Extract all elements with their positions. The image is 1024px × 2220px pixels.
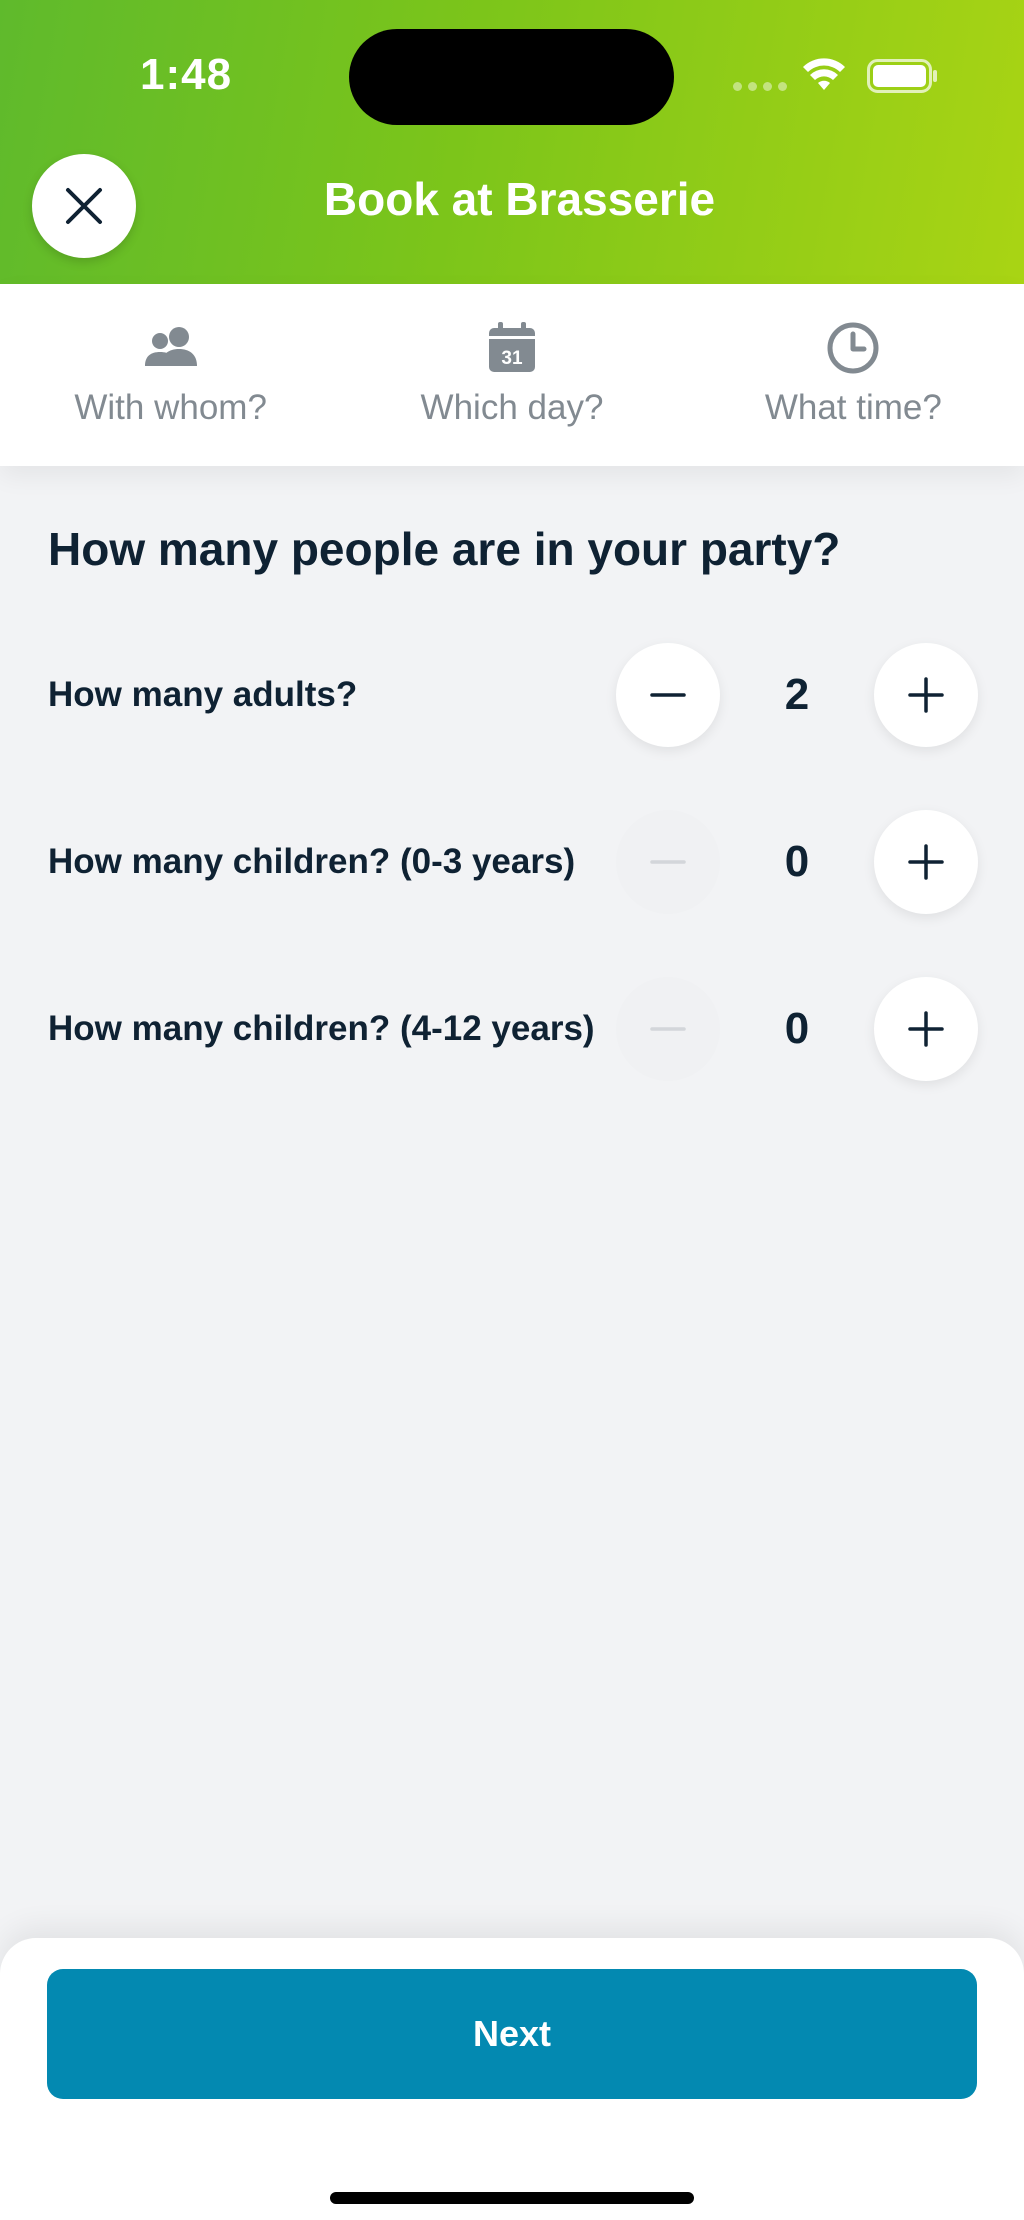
step-tabs: With whom? 31 Which day? What time? — [0, 284, 1024, 466]
adults-stepper: 2 — [616, 643, 978, 747]
people-icon — [144, 327, 197, 366]
children-0-3-increment-button[interactable] — [874, 810, 978, 914]
dynamic-island — [349, 29, 674, 125]
plus-icon — [908, 844, 944, 880]
wifi-icon — [803, 58, 845, 90]
adults-increment-button[interactable] — [874, 643, 978, 747]
tab-label: Which day? — [420, 388, 604, 427]
status-time: 1:48 — [140, 50, 233, 99]
children-0-3-stepper: 0 — [616, 810, 978, 914]
plus-icon — [908, 677, 944, 713]
children-4-12-decrement-button[interactable] — [616, 977, 720, 1081]
plus-icon — [908, 1011, 944, 1047]
adults-count: 2 — [784, 670, 810, 719]
cellular-signal-icon — [733, 82, 787, 91]
tab-label: What time? — [764, 388, 942, 427]
children-4-12-stepper: 0 — [616, 977, 978, 1081]
minus-icon — [650, 860, 686, 864]
children-4-12-row: How many children? (4-12 years) 0 — [48, 977, 978, 1081]
home-indicator[interactable] — [330, 2192, 694, 2204]
booking-screen: 1:48 Book at Brasserie With whom? 31 Whi… — [0, 0, 1024, 2220]
svg-text:31: 31 — [501, 348, 523, 369]
children-4-12-count: 0 — [784, 1004, 810, 1053]
tab-label: With whom? — [74, 388, 267, 427]
adults-row: How many adults? 2 — [48, 643, 978, 747]
bottom-panel: Next — [0, 1938, 1024, 2220]
page-title: Book at Brasserie — [323, 173, 716, 225]
children-0-3-row: How many children? (0-3 years) 0 — [48, 810, 978, 914]
header: 1:48 Book at Brasserie — [0, 0, 1024, 284]
children-4-12-increment-button[interactable] — [874, 977, 978, 1081]
minus-icon — [650, 1027, 686, 1031]
next-button[interactable]: Next — [47, 1969, 977, 2099]
clock-icon — [827, 322, 879, 374]
children-0-3-count: 0 — [784, 837, 810, 886]
children-0-3-decrement-button[interactable] — [616, 810, 720, 914]
section-title: How many people are in your party? — [48, 523, 841, 575]
minus-icon — [650, 693, 686, 697]
battery-icon — [867, 59, 937, 93]
tab-what-time[interactable]: What time? — [683, 284, 1024, 466]
tab-which-day[interactable]: 31 Which day? — [341, 284, 682, 466]
adults-decrement-button[interactable] — [616, 643, 720, 747]
calendar-icon: 31 — [488, 322, 535, 372]
tab-with-whom[interactable]: With whom? — [0, 284, 341, 466]
